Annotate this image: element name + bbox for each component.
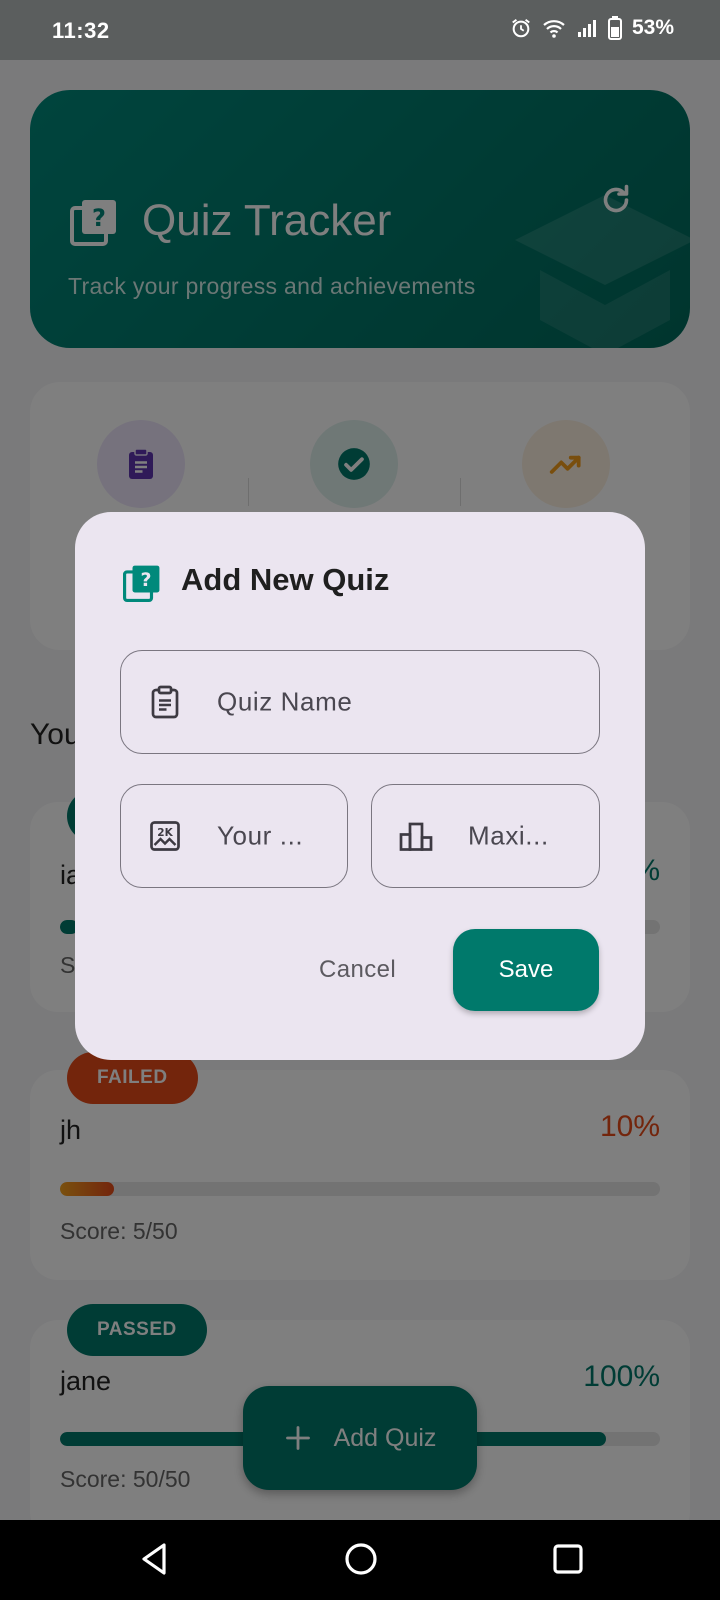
alarm-icon — [510, 17, 532, 39]
leaderboard-icon — [399, 822, 433, 851]
save-button[interactable]: Save — [453, 929, 599, 1011]
your-score-field[interactable]: 2K Your ... — [120, 784, 348, 888]
svg-text:2K: 2K — [157, 827, 173, 839]
dialog-title: Add New Quiz — [181, 562, 390, 597]
back-icon[interactable] — [136, 1540, 172, 1578]
home-icon[interactable] — [342, 1540, 380, 1578]
status-time: 11:32 — [52, 18, 110, 43]
svg-text:?: ? — [140, 569, 151, 591]
status-bar: 11:32 53% — [0, 0, 720, 60]
clipboard-icon — [151, 685, 179, 719]
score-icon: 2K — [150, 821, 180, 851]
status-icons: 53% — [510, 16, 674, 40]
max-score-field[interactable]: Maxi... — [371, 784, 600, 888]
cancel-button[interactable]: Cancel — [319, 956, 396, 984]
quiz-icon: ? — [123, 565, 160, 602]
signal-icon — [576, 17, 598, 39]
quiz-name-field[interactable]: Quiz Name — [120, 650, 600, 754]
quiz-name-placeholder: Quiz Name — [217, 686, 353, 717]
wifi-icon — [542, 17, 566, 39]
navigation-bar — [0, 1520, 720, 1600]
battery-icon — [607, 16, 622, 40]
your-score-placeholder: Your ... — [217, 820, 304, 851]
add-quiz-dialog: ? Add New Quiz Quiz Name 2K Your ... Max… — [75, 512, 645, 1060]
max-score-placeholder: Maxi... — [468, 820, 549, 851]
app-content: ? Quiz Tracker Track your progress and a… — [0, 60, 720, 1520]
battery-percent: 53% — [631, 16, 674, 39]
recents-icon[interactable] — [549, 1540, 587, 1578]
